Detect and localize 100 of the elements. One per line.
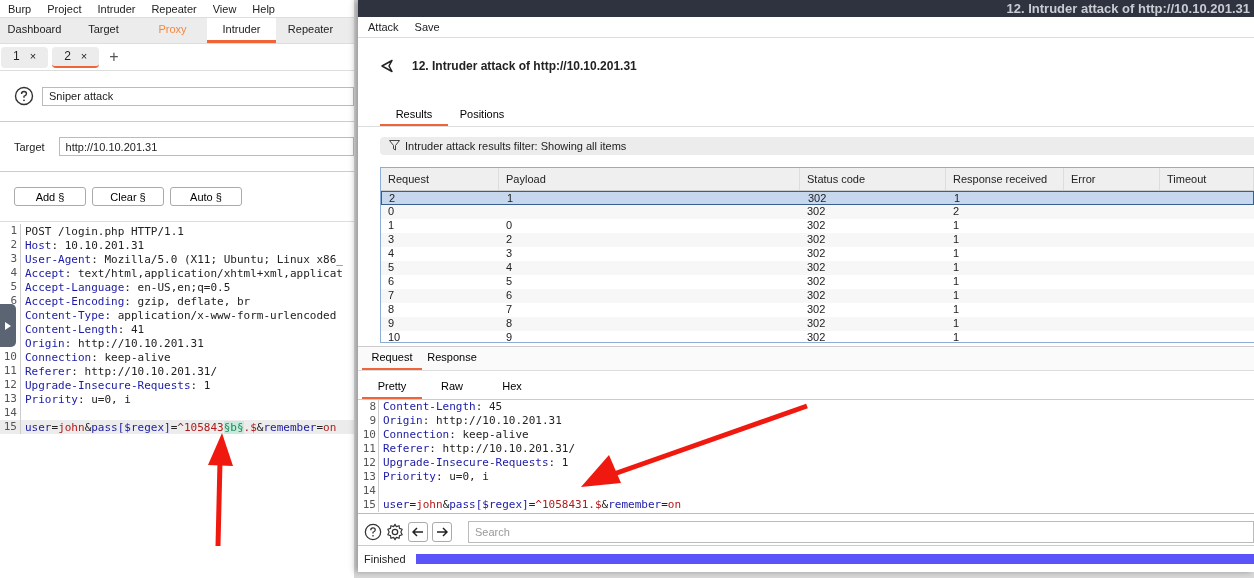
table-cell: 6 — [506, 288, 513, 301]
line-number: 12 — [358, 455, 379, 470]
filter-text: Intruder attack results filter: Showing all items — [405, 139, 627, 152]
status-text: Finished — [364, 553, 406, 566]
table-cell: 0 — [388, 204, 395, 217]
menu-item[interactable]: Burp — [8, 2, 32, 15]
tab[interactable]: Positions — [448, 103, 516, 126]
code-line: POST /login.php HTTP/1.1 — [25, 224, 184, 238]
table-cell: 1 — [388, 218, 395, 231]
close-icon[interactable]: × — [29, 50, 37, 62]
close-icon[interactable]: × — [80, 50, 88, 62]
subtab[interactable]: 1 × — [1, 46, 49, 68]
tab[interactable]: Results — [380, 103, 448, 126]
right-arrow-icon — [436, 527, 448, 538]
menu-item[interactable]: Attack — [368, 20, 399, 33]
tab[interactable]: Hex — [482, 374, 542, 399]
table-cell: 3 — [388, 232, 395, 245]
table-cell: 1 — [953, 330, 960, 342]
intruder-icon — [380, 58, 394, 73]
column-header[interactable]: Status code — [800, 167, 946, 190]
side-panel-handle[interactable] — [0, 304, 16, 347]
code-line: Priority: u=0, i — [25, 392, 131, 406]
line-number: 14 — [358, 483, 379, 498]
table-cell: 5 — [388, 260, 395, 273]
table-cell: 1 — [953, 246, 960, 259]
add-tab-button[interactable]: + — [109, 48, 119, 66]
line-number: 5 — [0, 280, 21, 294]
code-line: Origin: http://10.10.201.31 — [25, 336, 204, 350]
subtab[interactable]: 2 × — [52, 46, 100, 68]
filter-icon — [389, 140, 400, 152]
table-cell: 8 — [506, 316, 513, 329]
menu-item[interactable]: Project — [47, 2, 82, 15]
column-header[interactable]: Response received — [946, 167, 1064, 190]
table-cell: 6 — [388, 274, 395, 287]
filter-bar[interactable]: Intruder attack results filter: Showing all items — [380, 136, 1254, 155]
column-header[interactable]: Payload — [499, 167, 800, 190]
tab[interactable]: Intruder — [207, 18, 276, 43]
table-cell: 7 — [506, 302, 513, 315]
table-cell: 302 — [807, 232, 826, 245]
table-cell: 302 — [807, 302, 826, 315]
menu-item[interactable]: Repeater — [151, 2, 197, 15]
forward-button[interactable] — [432, 522, 452, 543]
menu-item[interactable]: View — [212, 2, 237, 15]
column-header[interactable]: Request — [381, 167, 499, 190]
back-button[interactable] — [408, 522, 428, 543]
table-cell: 1 — [953, 316, 960, 329]
line-number: 2 — [0, 238, 21, 252]
tab[interactable]: Response — [422, 347, 482, 370]
settings-icon[interactable] — [386, 523, 404, 542]
payload-button[interactable]: Add § — [14, 187, 86, 206]
table-cell: 302 — [807, 330, 826, 342]
help-icon[interactable] — [364, 523, 382, 542]
window-title: 12. Intruder attack of http://10.10.201.31 — [1006, 0, 1250, 16]
menu-item[interactable]: Save — [414, 20, 440, 33]
table-cell: 9 — [388, 316, 395, 329]
code-line: Accept: text/html,application/xhtml+xml,applicat — [25, 266, 343, 280]
line-number: 15 — [358, 497, 379, 512]
table-cell: 9 — [506, 330, 513, 342]
table-cell: 1 — [954, 191, 961, 204]
table-cell: 302 — [807, 204, 826, 217]
payload-button[interactable]: Auto § — [170, 187, 242, 206]
table-cell: 4 — [506, 260, 513, 273]
attack-title: 12. Intruder attack of http://10.10.201.31 — [412, 58, 637, 73]
table-cell: 4 — [388, 246, 395, 259]
payload-button[interactable]: Clear § — [92, 187, 164, 206]
menu-item[interactable]: Help — [252, 2, 275, 15]
attack-type-select[interactable]: Sniper attack — [42, 86, 354, 106]
column-header[interactable]: Timeout — [1160, 167, 1254, 190]
table-cell: 302 — [807, 288, 826, 301]
tab[interactable]: Target — [69, 18, 138, 43]
tab[interactable]: Request — [362, 347, 422, 370]
tab[interactable]: Repeater — [276, 18, 345, 43]
table-cell: 302 — [807, 246, 826, 259]
code-line: Referer: http://10.10.201.31/ — [25, 364, 218, 378]
table-cell: 1 — [953, 232, 960, 245]
table-cell: 2 — [389, 191, 396, 204]
menu-item[interactable]: Intruder — [97, 2, 136, 15]
help-icon[interactable] — [14, 86, 34, 106]
line-number: 13 — [0, 392, 21, 406]
table-cell: 2 — [953, 204, 960, 217]
search-field[interactable]: Search — [468, 521, 1254, 544]
table-cell: 10 — [388, 330, 401, 342]
line-number: 10 — [0, 350, 21, 364]
tab[interactable]: Dashboard — [0, 18, 69, 43]
left-arrow-icon — [412, 527, 424, 538]
subtab-label: 1 — [13, 49, 20, 63]
tab[interactable]: Raw — [422, 374, 482, 399]
table-cell: 302 — [808, 191, 827, 204]
column-header[interactable]: Error — [1064, 167, 1160, 190]
code-line: Accept-Language: en-US,en;q=0.5 — [25, 280, 231, 294]
target-field[interactable]: http://10.10.201.31 — [58, 137, 354, 156]
code-line: Content-Length: 45 — [383, 400, 503, 414]
code-line: Content-Type: application/x-www-form-urlencoded — [25, 308, 337, 322]
line-number: 12 — [0, 378, 21, 392]
table-cell: 1 — [507, 191, 514, 204]
table-cell: 3 — [506, 246, 513, 259]
tab[interactable]: Pretty — [362, 374, 422, 399]
table-cell: 1 — [953, 274, 960, 287]
line-number: 11 — [358, 441, 379, 456]
target-label: Target — [14, 140, 45, 153]
